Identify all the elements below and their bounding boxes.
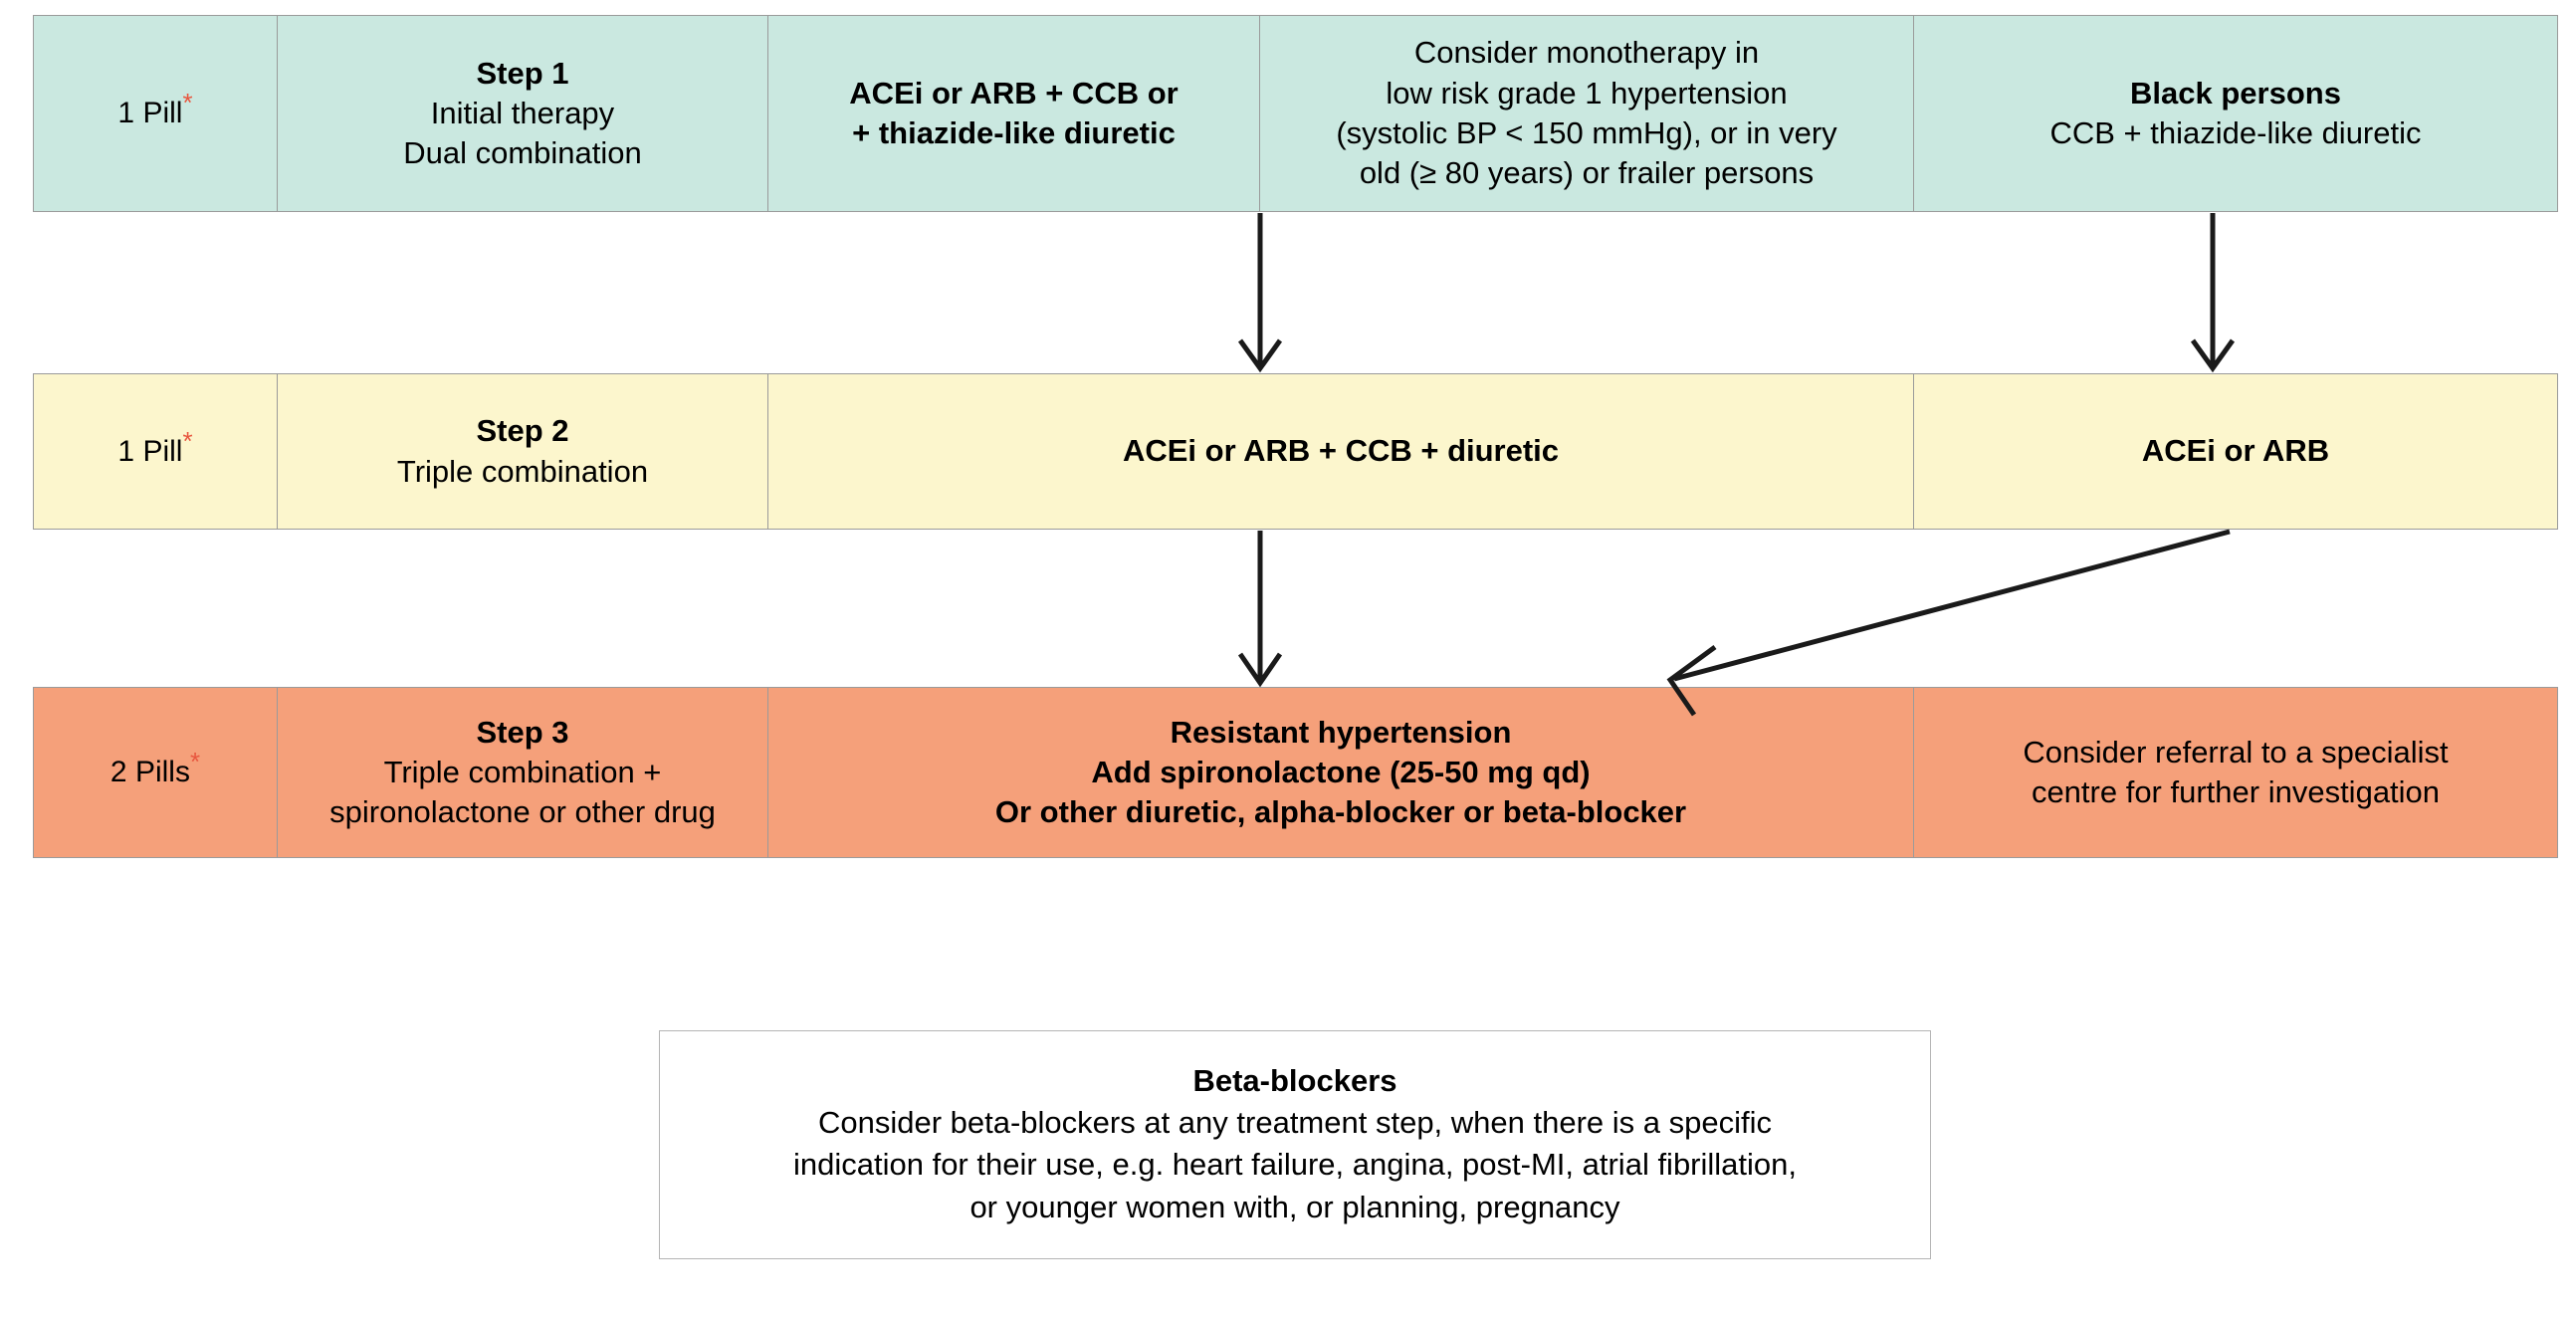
step-1-black-persons-cell: Black persons CCB + thiazide-like diuret… (1914, 16, 2557, 211)
beta-blockers-line-2: indication for their use, e.g. heart fai… (792, 1147, 1797, 1183)
arrow-step1-black-persons-to-step2 (2190, 213, 2236, 373)
step-3-title-cell: Step 3 Triple combination + spironolacto… (278, 688, 768, 857)
monotherapy-note-line-1: Consider monotherapy in (1413, 35, 1760, 71)
step-1-regimen-line-1: ACEi or ARB + CCB or (849, 75, 1179, 110)
resistant-hypertension-line-3: Or other diuretic, alpha-blocker or beta… (994, 794, 1687, 830)
flowchart-canvas: 1 Pill* Step 1 Initial therapy Dual comb… (0, 0, 2576, 1318)
step-3-subtitle-line-1: Triple combination + (383, 754, 662, 789)
step-1-regimen-cell: ACEi or ARB + CCB or + thiazide-like diu… (768, 16, 1260, 211)
step-2-subtitle: Triple combination (396, 453, 649, 489)
step-1-monotherapy-note-cell: Consider monotherapy in low risk grade 1… (1260, 16, 1914, 211)
step-3-resistant-hypertension-cell: Resistant hypertension Add spironolacton… (768, 688, 1914, 857)
step-1-pill-count-cell: 1 Pill* (34, 16, 278, 211)
step-3-pill-count: 2 Pills* (109, 747, 201, 788)
step-2-title-cell: Step 2 Triple combination (278, 374, 768, 529)
step-1-title-cell: Step 1 Initial therapy Dual combination (278, 16, 768, 211)
monotherapy-note-line-3: (systolic BP < 150 mmHg), or in very (1336, 115, 1837, 150)
monotherapy-note-line-2: low risk grade 1 hypertension (1386, 75, 1788, 110)
resistant-hypertension-line-2: Add spironolactone (25-50 mg qd) (1091, 754, 1591, 789)
resistant-hypertension-title: Resistant hypertension (1170, 714, 1512, 750)
step-1-subtitle-line-1: Initial therapy (430, 95, 615, 130)
step-1-row: 1 Pill* Step 1 Initial therapy Dual comb… (33, 15, 2558, 212)
beta-blockers-line-1: Consider beta-blockers at any treatment … (817, 1104, 1773, 1140)
step-1-title: Step 1 (476, 55, 569, 91)
step-2-regimen: ACEi or ARB + CCB + diuretic (1122, 433, 1560, 469)
asterisk-marker: * (189, 747, 201, 776)
black-persons-title: Black persons (2130, 75, 2341, 110)
referral-line-2: centre for further investigation (2031, 774, 2441, 809)
arrow-step1-note-to-step2 (1237, 213, 1283, 373)
asterisk-marker: * (182, 425, 193, 456)
step-2-regimen-cell: ACEi or ARB + CCB + diuretic (768, 374, 1914, 529)
beta-blockers-line-3: or younger women with, or planning, preg… (969, 1190, 1620, 1225)
step-2-acei-arb-cell: ACEi or ARB (1914, 374, 2557, 529)
step-2-acei-arb: ACEi or ARB (2141, 433, 2330, 469)
arrow-step2-regimen-to-step3 (1237, 531, 1283, 688)
step-3-pill-count-cell: 2 Pills* (34, 688, 278, 857)
monotherapy-note-line-4: old (≥ 80 years) or frailer persons (1359, 155, 1815, 191)
step-3-subtitle-line-2: spironolactone or other drug (329, 794, 716, 830)
step-2-row: 1 Pill* Step 2 Triple combination ACEi o… (33, 373, 2558, 530)
step-3-row: 2 Pills* Step 3 Triple combination + spi… (33, 687, 2558, 858)
step-2-pill-count: 1 Pill* (117, 425, 193, 468)
step-2-pill-count-cell: 1 Pill* (34, 374, 278, 529)
step-1-regimen-line-2: + thiazide-like diuretic (852, 115, 1176, 150)
step-3-title: Step 3 (476, 714, 569, 750)
asterisk-marker: * (182, 88, 193, 117)
beta-blockers-note-box: Beta-blockers Consider beta-blockers at … (659, 1030, 1931, 1259)
step-2-title: Step 2 (476, 413, 569, 449)
step-1-subtitle-line-2: Dual combination (403, 135, 642, 171)
beta-blockers-title: Beta-blockers (1192, 1063, 1397, 1099)
step-1-pill-count: 1 Pill* (117, 88, 193, 129)
step-3-referral-cell: Consider referral to a specialist centre… (1914, 688, 2557, 857)
referral-line-1: Consider referral to a specialist (2023, 734, 2449, 769)
black-persons-regimen: CCB + thiazide-like diuretic (2049, 115, 2422, 150)
